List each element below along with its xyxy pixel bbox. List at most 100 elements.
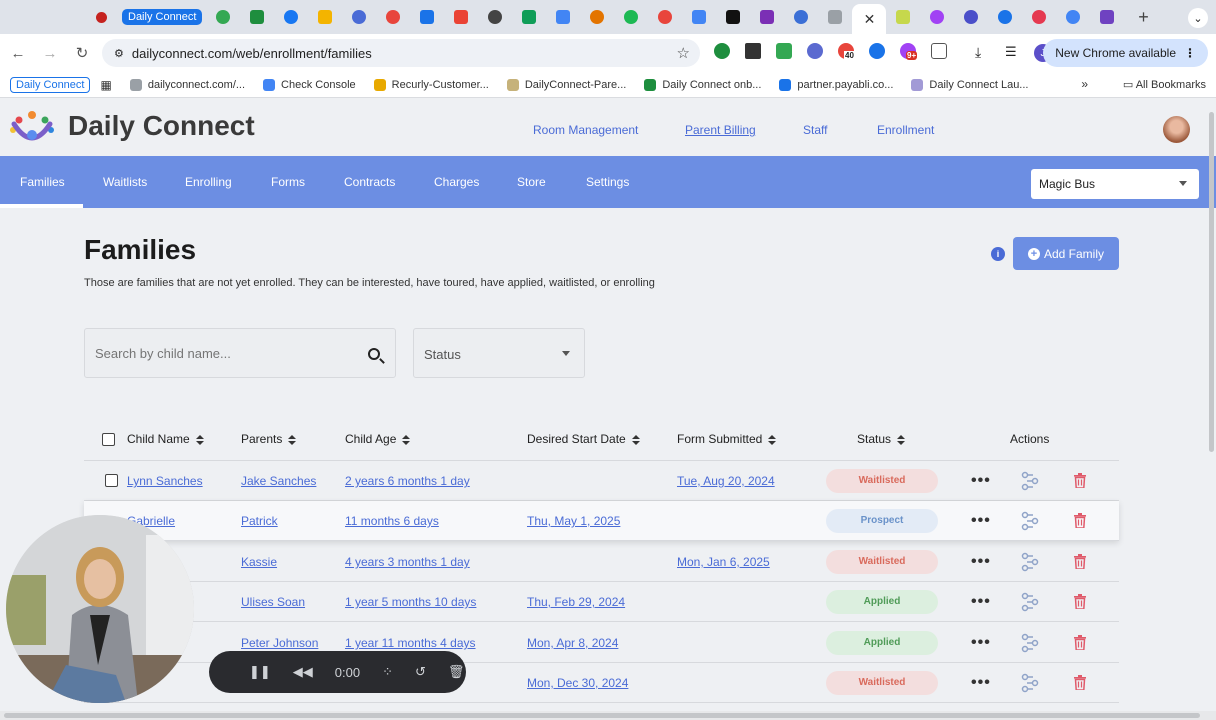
parent-name-link[interactable]: Patrick	[241, 514, 278, 528]
tab-group-daily-connect[interactable]: Daily Connect	[122, 9, 203, 25]
child-age-link[interactable]: 2 years 6 months 1 day	[345, 474, 470, 488]
desired-start-date-link[interactable]: Mon, Dec 30, 2024	[527, 676, 628, 690]
tab-9[interactable]	[478, 0, 512, 34]
col-status[interactable]: Status	[857, 432, 906, 446]
subnav-forms[interactable]: Forms	[271, 175, 305, 189]
discard-icon[interactable]: 🗑	[448, 664, 465, 680]
address-bar[interactable]: ⚙ dailyconnect.com/web/enrollment/famili…	[102, 39, 700, 67]
school-select[interactable]: Magic Bus	[1031, 169, 1199, 199]
search-icon[interactable]	[368, 348, 380, 360]
col-child-age[interactable]: Child Age	[345, 432, 411, 446]
top-nav-room-management[interactable]: Room Management	[533, 123, 638, 137]
new-tab-button[interactable]: +	[1128, 7, 1158, 28]
table-row[interactable]: Ulises Soan 1 year 5 months 10 days Thu, F…	[84, 582, 1119, 622]
bookmark-dailyconnect-pare[interactable]: DailyConnect-Pare...	[506, 78, 626, 91]
user-avatar[interactable]	[1163, 116, 1190, 143]
new-chrome-available-button[interactable]: New Chrome available ⋮	[1043, 39, 1208, 67]
workflow-icon[interactable]	[1020, 633, 1040, 653]
top-nav-parent-billing[interactable]: Parent Billing	[685, 123, 756, 137]
tab-13[interactable]	[614, 0, 648, 34]
trash-icon[interactable]	[1074, 473, 1086, 489]
tab-1[interactable]	[206, 0, 240, 34]
col-child-name[interactable]: Child Name	[127, 432, 204, 446]
tab-recording[interactable]	[84, 0, 118, 34]
site-info-icon[interactable]: ⚙	[114, 47, 124, 60]
parent-name-link[interactable]: Kassie	[241, 555, 277, 569]
subnav-store[interactable]: Store	[517, 175, 546, 189]
trash-icon[interactable]	[1074, 635, 1086, 651]
col-form-submitted[interactable]: Form Submitted	[677, 432, 777, 446]
tab-5[interactable]	[342, 0, 376, 34]
tab-3[interactable]	[274, 0, 308, 34]
workflow-icon[interactable]	[1020, 511, 1040, 531]
tab-14[interactable]	[648, 0, 682, 34]
restart-icon[interactable]: ↺	[415, 664, 426, 680]
tab-7[interactable]	[410, 0, 444, 34]
download-icon[interactable]: ⤓	[975, 44, 981, 61]
extension-icon-5[interactable]: 40	[838, 43, 855, 60]
child-age-link[interactable]: 11 months 6 days	[345, 514, 439, 528]
bookmark-recurly[interactable]: Recurly-Customer...	[373, 78, 489, 91]
subnav-charges[interactable]: Charges	[434, 175, 479, 189]
add-family-button[interactable]: + Add Family	[1013, 237, 1119, 270]
tab-21[interactable]	[920, 0, 954, 34]
horizontal-scrollbar[interactable]	[0, 711, 1216, 720]
more-options-icon[interactable]: •••	[971, 593, 991, 611]
tab-8[interactable]	[444, 0, 478, 34]
workflow-icon[interactable]	[1020, 673, 1040, 693]
select-all-checkbox[interactable]	[102, 433, 115, 446]
workflow-icon[interactable]	[1020, 592, 1040, 612]
rewind-icon[interactable]: ◀◀	[293, 664, 313, 680]
top-nav-staff[interactable]: Staff	[803, 123, 827, 137]
tab-25[interactable]	[1056, 0, 1090, 34]
workflow-icon[interactable]	[1020, 552, 1040, 572]
bookmark-check-console[interactable]: Check Console	[263, 78, 356, 91]
bookmark-payabli[interactable]: partner.payabli.co...	[779, 78, 893, 91]
parent-name-link[interactable]: Peter Johnson	[241, 636, 318, 650]
bookmarks-overflow-icon[interactable]: »	[1081, 77, 1088, 91]
form-submitted-link[interactable]: Mon, Jan 6, 2025	[677, 555, 770, 569]
reload-icon[interactable]: ↻	[68, 44, 96, 62]
info-icon[interactable]: i	[991, 247, 1005, 261]
tab-4[interactable]	[308, 0, 342, 34]
col-parents[interactable]: Parents	[241, 432, 297, 446]
status-filter-select[interactable]: Status	[413, 328, 585, 378]
trash-icon[interactable]	[1074, 675, 1086, 691]
table-row[interactable]: Lynn Sanches Jake Sanches 2 years 6 months…	[84, 461, 1119, 501]
subnav-contracts[interactable]: Contracts	[344, 175, 395, 189]
bookmark-launch[interactable]: Daily Connect Lau...	[911, 78, 1028, 91]
scroll-thumb[interactable]	[1209, 112, 1214, 452]
child-name-link[interactable]: Lynn Sanches	[127, 474, 203, 488]
subnav-families[interactable]: Families	[20, 175, 65, 189]
apps-grid-icon[interactable]: ▦	[100, 78, 111, 92]
tab-11[interactable]	[546, 0, 580, 34]
more-options-icon[interactable]: •••	[971, 674, 991, 692]
tab-18[interactable]	[784, 0, 818, 34]
extension-icon-7[interactable]: 9+	[900, 43, 918, 60]
trash-icon[interactable]	[1074, 513, 1086, 529]
kebab-menu-icon[interactable]: ⋮	[1184, 46, 1196, 60]
more-options-icon[interactable]: •••	[971, 512, 991, 530]
desired-start-date-link[interactable]: Thu, May 1, 2025	[527, 514, 620, 528]
more-options-icon[interactable]: •••	[971, 634, 991, 652]
parent-name-link[interactable]: Jake Sanches	[241, 474, 316, 488]
forward-icon[interactable]: →	[36, 45, 64, 62]
desired-start-date-link[interactable]: Mon, Apr 8, 2024	[527, 636, 618, 650]
tab-26[interactable]	[1090, 0, 1124, 34]
row-checkbox[interactable]	[105, 474, 118, 487]
all-bookmarks[interactable]: ▭ All Bookmarks	[1123, 78, 1206, 91]
child-age-link[interactable]: 1 year 5 months 10 days	[345, 595, 476, 609]
close-icon[interactable]: ✕	[864, 11, 876, 28]
back-icon[interactable]: ←	[4, 45, 32, 62]
tab-15[interactable]	[682, 0, 716, 34]
extension-icon-3[interactable]	[776, 43, 792, 59]
tab-17[interactable]	[750, 0, 784, 34]
parent-name-link[interactable]: Ulises Soan	[241, 595, 305, 609]
trash-icon[interactable]	[1074, 554, 1086, 570]
tab-6[interactable]	[376, 0, 410, 34]
table-row[interactable]: Gabrielle Patrick 11 months 6 days Thu, May…	[84, 501, 1119, 541]
tab-12[interactable]	[580, 0, 614, 34]
tab-search-icon[interactable]: ⌄	[1188, 8, 1208, 28]
bookmark-star-icon[interactable]: ☆	[677, 44, 690, 62]
drag-handle-icon[interactable]: ⁘	[382, 664, 393, 680]
